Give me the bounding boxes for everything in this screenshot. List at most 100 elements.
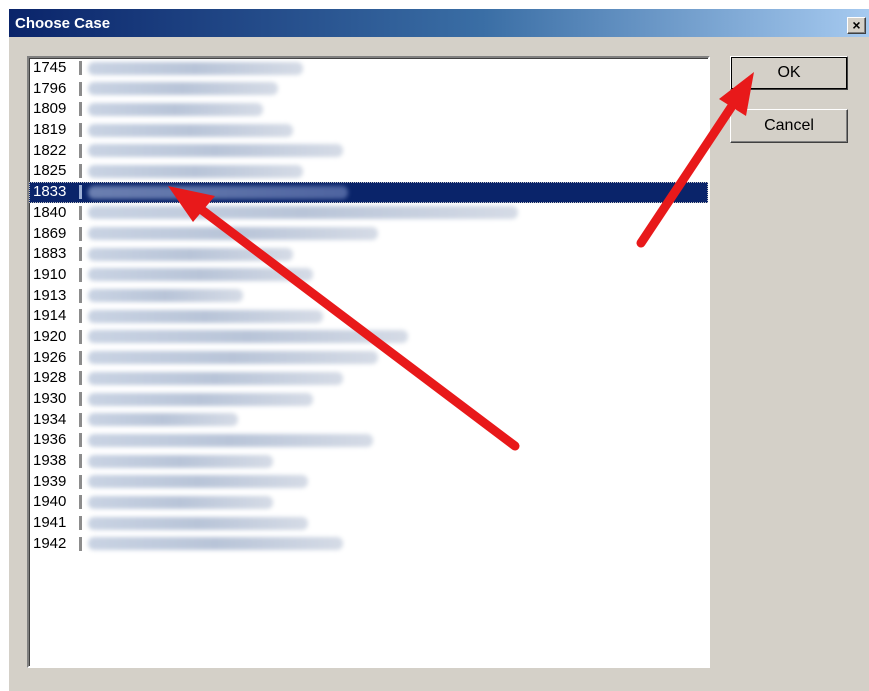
case-separator — [79, 516, 82, 531]
case-list-item[interactable]: 1942 — [29, 534, 708, 555]
redacted-case-name — [88, 227, 378, 241]
case-list-item[interactable]: 1913 — [29, 286, 708, 307]
cancel-button[interactable]: Cancel — [730, 109, 848, 143]
case-list-item[interactable]: 1822 — [29, 141, 708, 162]
case-list-item[interactable]: 1809 — [29, 99, 708, 120]
case-list-item[interactable]: 1936 — [29, 430, 708, 451]
case-number: 1940 — [33, 493, 67, 511]
case-number: 1809 — [33, 100, 67, 118]
case-list-item[interactable]: 1833 — [29, 182, 708, 203]
case-separator — [79, 536, 82, 551]
close-icon: × — [852, 17, 861, 33]
case-separator — [79, 123, 82, 138]
case-number: 1934 — [33, 410, 67, 428]
redacted-case-name — [88, 454, 273, 468]
case-number: 1936 — [33, 431, 67, 449]
case-separator — [79, 185, 82, 200]
ok-button[interactable]: OK — [730, 56, 848, 90]
case-number: 1796 — [33, 79, 67, 97]
redacted-case-name — [88, 309, 323, 323]
case-separator — [79, 392, 82, 407]
case-number: 1930 — [33, 390, 67, 407]
case-separator — [79, 61, 82, 76]
case-number: 1819 — [33, 121, 67, 139]
case-list-item[interactable]: 1745 — [29, 58, 708, 79]
case-number: 1939 — [33, 472, 67, 490]
case-number: 1822 — [33, 141, 67, 159]
case-separator — [79, 288, 82, 303]
case-list-item[interactable]: 1930 — [29, 389, 708, 410]
redacted-case-name — [88, 206, 518, 220]
case-separator — [79, 454, 82, 469]
case-list-item[interactable]: 1840 — [29, 203, 708, 224]
case-list-item[interactable]: 1941 — [29, 513, 708, 534]
redacted-case-name — [88, 82, 278, 96]
case-list-item[interactable]: 1910 — [29, 265, 708, 286]
redacted-case-name — [88, 289, 243, 303]
case-separator — [79, 309, 82, 324]
dialog-title: Choose Case — [15, 15, 111, 32]
case-separator — [79, 371, 82, 386]
case-separator — [79, 412, 82, 427]
case-separator — [79, 267, 82, 282]
case-list-item[interactable]: 1883 — [29, 244, 708, 265]
title-bar[interactable]: Choose Case × — [9, 9, 869, 37]
redacted-case-name — [88, 102, 263, 116]
redacted-case-name — [88, 164, 303, 178]
case-number: 1928 — [33, 369, 67, 387]
redacted-case-name — [88, 537, 343, 551]
redacted-case-name — [88, 516, 308, 530]
case-number: 1869 — [33, 224, 67, 242]
case-separator — [79, 350, 82, 365]
case-list-item[interactable]: 1938 — [29, 451, 708, 472]
case-number: 1941 — [33, 514, 67, 532]
redacted-case-name — [88, 495, 273, 509]
case-list-item[interactable]: 1928 — [29, 368, 708, 389]
redacted-case-name — [88, 268, 313, 282]
redacted-case-name — [88, 351, 378, 365]
case-number: 1938 — [33, 452, 67, 470]
case-separator — [79, 474, 82, 489]
case-list-item[interactable]: 1869 — [29, 224, 708, 245]
case-separator — [79, 143, 82, 158]
case-separator — [79, 164, 82, 179]
redacted-case-name — [88, 144, 343, 158]
case-number: 1942 — [33, 534, 67, 552]
case-number: 1840 — [33, 203, 67, 221]
redacted-case-name — [88, 247, 293, 261]
case-list-item[interactable]: 1796 — [29, 79, 708, 100]
redacted-case-name — [88, 413, 238, 427]
case-separator — [79, 247, 82, 262]
case-list-item[interactable]: 1819 — [29, 120, 708, 141]
case-number: 1825 — [33, 162, 67, 180]
case-separator — [79, 81, 82, 96]
case-list-item[interactable]: 1920 — [29, 327, 708, 348]
case-list-item[interactable]: 1940 — [29, 492, 708, 513]
case-number: 1910 — [33, 265, 67, 283]
case-list-item[interactable]: 1914 — [29, 306, 708, 327]
redacted-case-name — [88, 392, 313, 406]
case-separator — [79, 495, 82, 510]
case-number: 1883 — [33, 245, 67, 263]
redacted-case-name — [88, 475, 308, 489]
case-separator — [79, 102, 82, 117]
case-list-item[interactable]: 1939 — [29, 472, 708, 493]
case-list-item[interactable]: 1934 — [29, 410, 708, 431]
case-number: 1914 — [33, 307, 67, 325]
redacted-case-name — [88, 330, 408, 344]
case-separator — [79, 433, 82, 448]
redacted-case-name — [88, 371, 343, 385]
case-number: 1926 — [33, 348, 67, 366]
case-number: 1920 — [33, 327, 67, 345]
case-number: 1833 — [33, 183, 67, 201]
case-list-item[interactable]: 1825 — [29, 161, 708, 182]
redacted-case-name — [88, 433, 373, 447]
choose-case-dialog: Choose Case × 1745 1796 1809 1819 1822 1825 18… — [8, 8, 869, 691]
case-separator — [79, 329, 82, 344]
close-button[interactable]: × — [847, 17, 866, 34]
case-list-item[interactable]: 1926 — [29, 348, 708, 369]
case-number: 1913 — [33, 286, 67, 304]
redacted-case-name — [88, 123, 293, 137]
case-separator — [79, 226, 82, 241]
case-listbox[interactable]: 1745 1796 1809 1819 1822 1825 1833 1840 1869 1883… — [27, 56, 710, 668]
